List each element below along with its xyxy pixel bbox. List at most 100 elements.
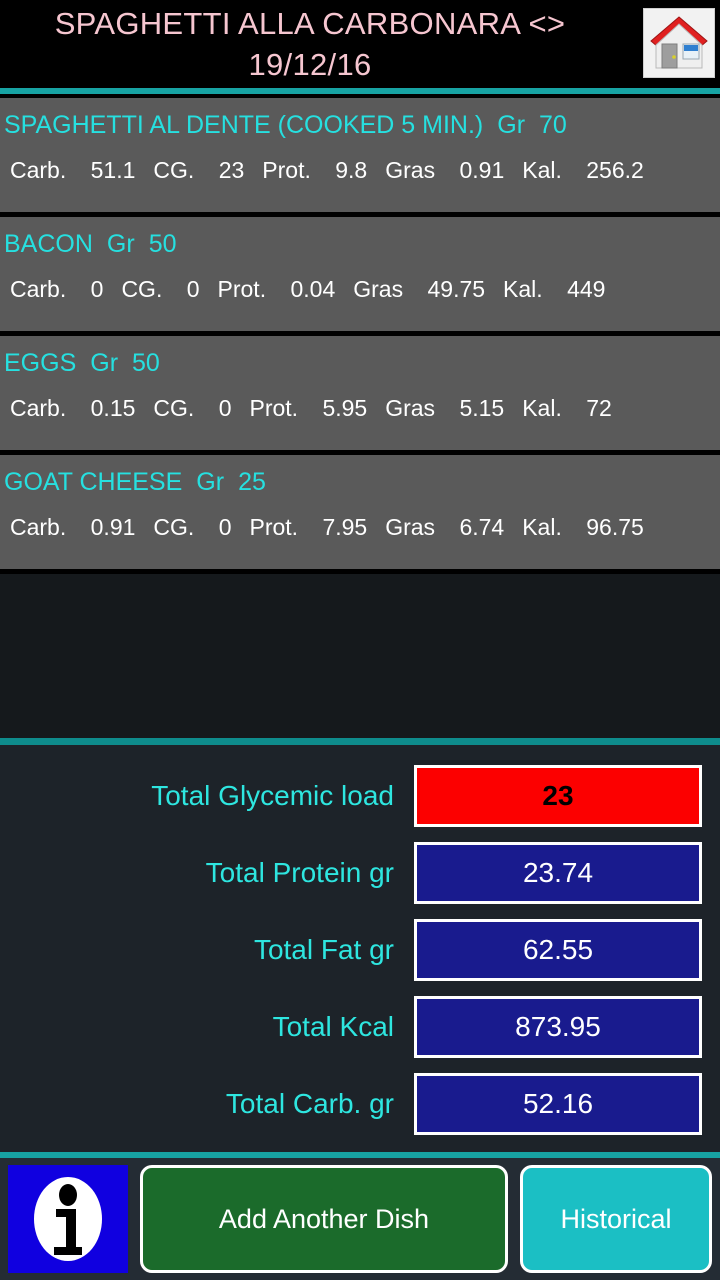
- macro-gras-value: 6.74: [459, 514, 505, 540]
- macro-kal-value: 96.75: [586, 514, 644, 540]
- macro-gras-value: 5.15: [459, 395, 505, 421]
- ingredient-gr-label: Gr: [497, 111, 526, 139]
- macro-cg-value: 23: [218, 157, 245, 183]
- total-row-fat: Total Fat gr 62.55: [18, 911, 702, 988]
- macro-carb-value: 0.15: [90, 395, 136, 421]
- macro-gras: Gras 0.91: [385, 157, 504, 183]
- macro-carb-label: Carb.: [10, 276, 67, 302]
- macro-cg-label: CG.: [153, 395, 195, 421]
- macro-carb-label: Carb.: [10, 157, 67, 183]
- macro-prot: Prot. 0.04: [218, 276, 336, 302]
- macro-gras-value: 0.91: [459, 157, 505, 183]
- total-row-carb: Total Carb. gr 52.16: [18, 1065, 702, 1142]
- macro-kal-label: Kal.: [522, 395, 562, 421]
- macro-gras-label: Gras: [385, 157, 436, 183]
- ingredient-name-line: BACON Gr 50: [4, 223, 710, 265]
- macro-prot: Prot. 5.95: [249, 395, 367, 421]
- empty-list-space: [0, 574, 720, 738]
- macro-carb-value: 0: [90, 276, 104, 302]
- home-button[interactable]: [643, 8, 715, 78]
- add-another-dish-button[interactable]: Add Another Dish: [140, 1165, 508, 1273]
- macro-cg: CG. 0: [153, 395, 231, 421]
- macro-cg-label: CG.: [121, 276, 163, 302]
- macro-prot-value: 0.04: [290, 276, 336, 302]
- ingredient-gr-label: Gr: [196, 468, 225, 496]
- ingredient-gr-value: 25: [238, 468, 266, 496]
- total-value-glycemic-load: 23: [414, 764, 702, 827]
- total-row-protein: Total Protein gr 23.74: [18, 834, 702, 911]
- total-label: Total Glycemic load: [151, 779, 394, 811]
- macro-cg: CG. 0: [153, 514, 231, 540]
- macro-cg-value: 0: [218, 514, 232, 540]
- ingredient-name: BACON: [4, 230, 93, 258]
- macro-cg: CG. 0: [121, 276, 199, 302]
- header: SPAGHETTI ALLA CARBONARA <> 19/12/16: [0, 0, 720, 88]
- macro-kal: Kal. 256.2: [522, 157, 644, 183]
- macro-cg-label: CG.: [153, 157, 195, 183]
- total-label: Total Kcal: [272, 1010, 394, 1042]
- macro-kal-label: Kal.: [503, 276, 543, 302]
- info-icon: [28, 1171, 108, 1267]
- macro-gras-label: Gras: [385, 514, 436, 540]
- macro-gras-label: Gras: [353, 276, 404, 302]
- macro-kal-value: 256.2: [586, 157, 644, 183]
- ingredient-macros: Carb. 0.91 CG. 0 Prot. 7.95 Gras 6.74 Kal. 9…: [4, 503, 710, 551]
- macro-prot-value: 9.8: [335, 157, 368, 183]
- macro-gras: Gras 49.75: [353, 276, 485, 302]
- macro-cg-value: 0: [218, 395, 232, 421]
- macro-carb: Carb. 0: [10, 276, 103, 302]
- ingredient-gr-value: 70: [539, 111, 567, 139]
- totals-panel: Total Glycemic load 23 Total Protein gr …: [0, 745, 720, 1152]
- macro-gras-value: 49.75: [427, 276, 486, 302]
- total-value-carb: 52.16: [414, 1072, 702, 1135]
- macro-carb: Carb. 0.91: [10, 514, 135, 540]
- app-root: SPAGHETTI ALLA CARBONARA <> 19/12/16 SPA…: [0, 0, 720, 1280]
- macro-kal: Kal. 72: [522, 395, 612, 421]
- list-item[interactable]: SPAGHETTI AL DENTE (COOKED 5 MIN.) Gr 70 C…: [0, 98, 720, 217]
- ingredient-list: SPAGHETTI AL DENTE (COOKED 5 MIN.) Gr 70 C…: [0, 98, 720, 574]
- total-label: Total Fat gr: [253, 933, 394, 965]
- macro-prot-value: 7.95: [322, 514, 368, 540]
- macro-kal: Kal. 449: [503, 276, 605, 302]
- macro-kal: Kal. 96.75: [522, 514, 644, 540]
- page-title: SPAGHETTI ALLA CARBONARA <> 19/12/16: [54, 6, 566, 82]
- macro-gras: Gras 5.15: [385, 395, 504, 421]
- list-item[interactable]: BACON Gr 50 Carb. 0 CG. 0 Prot. 0.04 Gras 49.…: [0, 217, 720, 336]
- total-label: Total Carb. gr: [225, 1087, 394, 1119]
- home-icon: [648, 14, 710, 72]
- ingredient-name: SPAGHETTI AL DENTE (COOKED 5 MIN.): [4, 111, 484, 139]
- macro-carb-value: 0.91: [90, 514, 136, 540]
- total-row-kcal: Total Kcal 873.95: [18, 988, 702, 1065]
- total-row-glycemic-load: Total Glycemic load 23: [18, 757, 702, 834]
- bottom-action-bar: Add Another Dish Historical: [0, 1158, 720, 1280]
- macro-carb: Carb. 51.1: [10, 157, 135, 183]
- macro-carb: Carb. 0.15: [10, 395, 135, 421]
- ingredient-gr-value: 50: [132, 349, 160, 377]
- ingredient-gr-label: Gr: [106, 230, 135, 258]
- macro-prot-label: Prot.: [249, 514, 299, 540]
- macro-carb-label: Carb.: [10, 514, 67, 540]
- total-value-protein: 23.74: [414, 841, 702, 904]
- ingredient-gr-value: 50: [148, 230, 177, 258]
- total-label: Total Protein gr: [205, 856, 394, 888]
- macro-kal-label: Kal.: [522, 157, 562, 183]
- ingredient-macros: Carb. 0 CG. 0 Prot. 0.04 Gras 49.75 Kal. 449: [4, 265, 710, 313]
- ingredient-name: GOAT CHEESE: [4, 468, 183, 496]
- macro-prot-label: Prot.: [217, 276, 267, 302]
- info-button[interactable]: [8, 1165, 128, 1273]
- macro-kal-label: Kal.: [522, 514, 562, 540]
- total-value-fat: 62.55: [414, 918, 702, 981]
- macro-prot: Prot. 9.8: [262, 157, 367, 183]
- list-item[interactable]: GOAT CHEESE Gr 25 Carb. 0.91 CG. 0 Prot. 7.9…: [0, 455, 720, 574]
- macro-prot: Prot. 7.95: [249, 514, 367, 540]
- ingredient-macros: Carb. 0.15 CG. 0 Prot. 5.95 Gras 5.15 Kal. 7…: [4, 384, 710, 432]
- macro-cg-value: 0: [186, 276, 200, 302]
- macro-cg-label: CG.: [153, 514, 195, 540]
- historical-button[interactable]: Historical: [520, 1165, 712, 1273]
- ingredient-gr-label: Gr: [90, 349, 119, 377]
- ingredient-macros: Carb. 51.1 CG. 23 Prot. 9.8 Gras 0.91 Kal. 2…: [4, 146, 710, 194]
- ingredient-name: EGGS: [4, 349, 77, 377]
- list-item[interactable]: EGGS Gr 50 Carb. 0.15 CG. 0 Prot. 5.95 Gras 5…: [0, 336, 720, 455]
- macro-gras-label: Gras: [385, 395, 436, 421]
- macro-carb-label: Carb.: [10, 395, 67, 421]
